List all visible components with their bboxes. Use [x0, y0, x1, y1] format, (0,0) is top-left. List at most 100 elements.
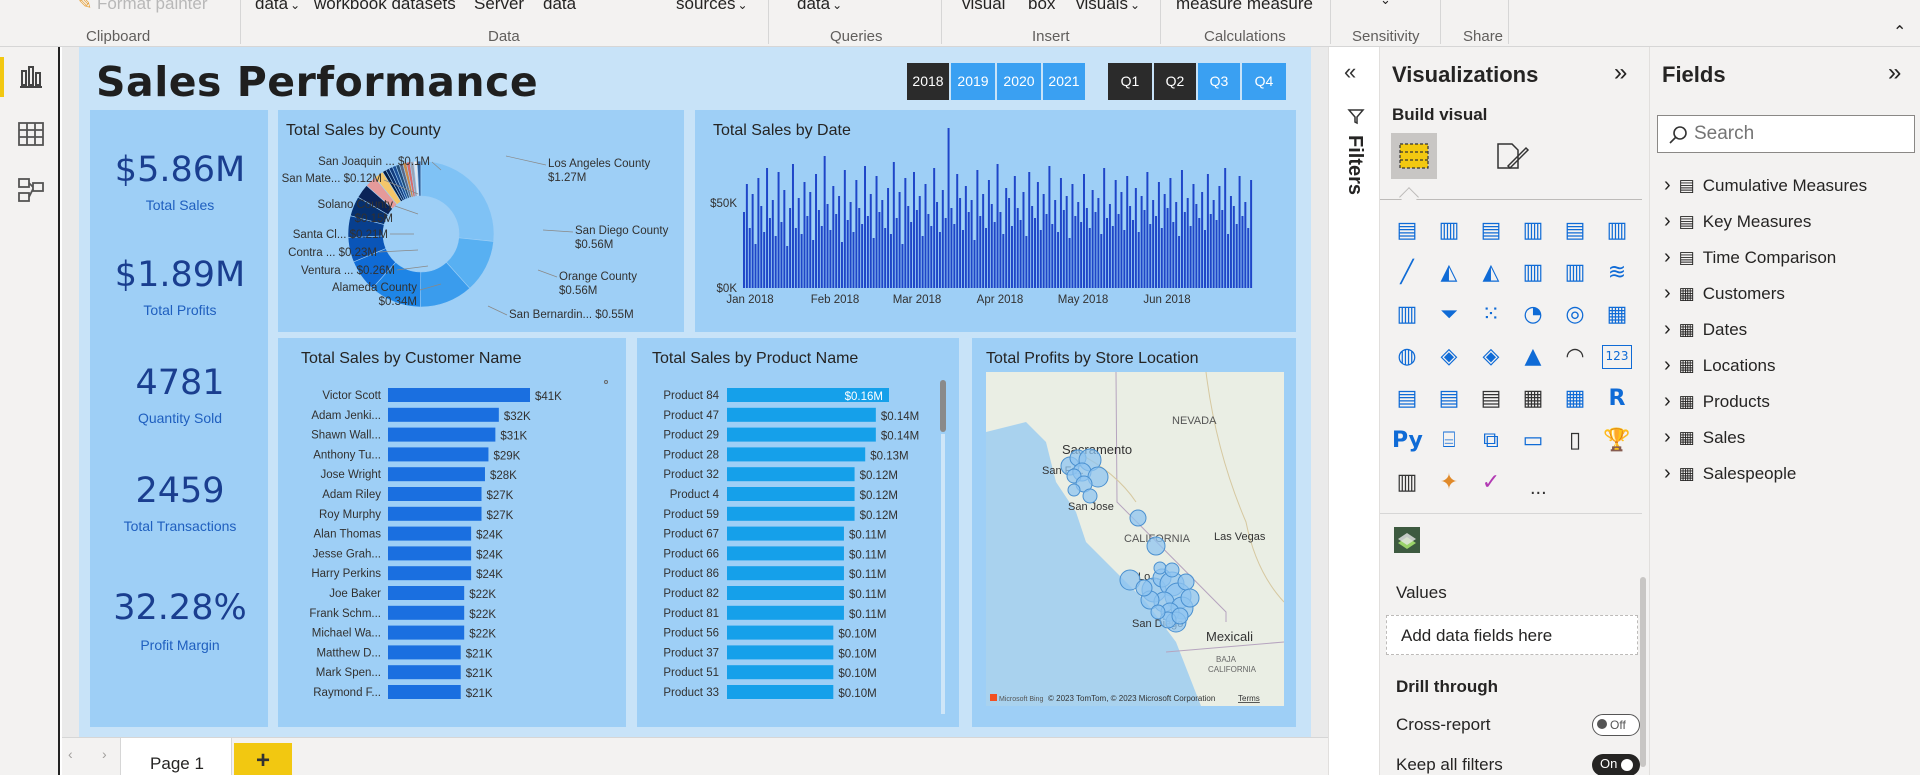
date-bar[interactable]: [1129, 206, 1132, 288]
date-bar[interactable]: [1059, 178, 1062, 288]
date-bar[interactable]: [835, 214, 838, 288]
product-bar[interactable]: [727, 427, 876, 442]
server-button[interactable]: Server: [474, 0, 524, 14]
date-bar[interactable]: [999, 212, 1002, 288]
tab-page-1[interactable]: Page 1: [120, 738, 232, 775]
date-bar[interactable]: [1192, 184, 1195, 288]
shape-map-icon[interactable]: ◈: [1476, 342, 1506, 372]
keep-all-filters-toggle[interactable]: On: [1592, 754, 1640, 775]
store-location-bubble[interactable]: [1180, 588, 1200, 608]
collapse-ribbon-button[interactable]: ⌃: [1893, 22, 1906, 42]
date-bar[interactable]: [1054, 200, 1057, 288]
build-visual-tab[interactable]: [1391, 133, 1437, 179]
key-influencers-icon[interactable]: ⌸: [1434, 426, 1464, 456]
date-bar[interactable]: [838, 196, 841, 288]
date-bar[interactable]: [1123, 230, 1126, 288]
scroll-left-icon[interactable]: ‹: [68, 746, 73, 762]
date-bar-visual[interactable]: Total Sales by Date $50K $0K Jan 2018 Feb 2…: [695, 110, 1296, 332]
store-location-bubble[interactable]: [1146, 536, 1166, 556]
date-bar[interactable]: [996, 164, 999, 288]
date-bar[interactable]: [1241, 216, 1244, 288]
date-bar[interactable]: [1250, 180, 1253, 288]
date-bar[interactable]: [1169, 178, 1172, 288]
date-bar[interactable]: [1062, 210, 1065, 288]
date-bar[interactable]: [1068, 238, 1071, 288]
arcgis-custom-visual-icon[interactable]: [1392, 525, 1422, 555]
date-bar[interactable]: [1238, 176, 1241, 288]
stacked-bar-chart-icon[interactable]: ▤: [1392, 216, 1422, 246]
date-bar[interactable]: [1094, 212, 1097, 288]
date-bar[interactable]: [1042, 194, 1045, 288]
date-bar[interactable]: [1031, 206, 1034, 288]
date-bar[interactable]: [944, 218, 947, 288]
transform-data-button[interactable]: data ⌄: [797, 0, 842, 14]
date-bar[interactable]: [1201, 192, 1204, 288]
date-bar[interactable]: [1002, 234, 1005, 288]
date-bar[interactable]: [1028, 172, 1031, 288]
date-bar[interactable]: [884, 228, 887, 288]
more-visuals-button[interactable]: visuals ⌄: [1076, 0, 1140, 14]
date-bar[interactable]: [1204, 230, 1206, 288]
customer-bar[interactable]: [388, 685, 461, 699]
slicer-year-2021[interactable]: 2021: [1043, 63, 1085, 100]
date-bar[interactable]: [1218, 186, 1221, 288]
text-box-button[interactable]: box: [1028, 0, 1055, 14]
date-bar[interactable]: [760, 206, 763, 288]
100-stacked-column-chart-icon[interactable]: ▥: [1602, 216, 1632, 246]
card-icon[interactable]: 123: [1602, 345, 1632, 369]
donut-slice[interactable]: [420, 160, 495, 242]
date-bar[interactable]: [794, 228, 797, 288]
workbook-button[interactable]: workbook datasets: [314, 0, 456, 14]
product-bar[interactable]: [727, 685, 834, 699]
format-painter-button[interactable]: ✎ Format painter: [78, 0, 208, 14]
add-page-button[interactable]: +: [234, 743, 292, 775]
date-bar[interactable]: [849, 202, 852, 288]
date-bar[interactable]: [1183, 212, 1186, 288]
date-bar[interactable]: [927, 214, 930, 288]
store-location-map-visual[interactable]: Total Profits by Store Location NEVADA S…: [972, 338, 1296, 727]
line-chart-icon[interactable]: ╱: [1392, 258, 1422, 288]
cross-report-toggle[interactable]: Off: [1592, 714, 1640, 736]
product-bar-visual[interactable]: Total Sales by Product Name Product 84 $0…: [637, 338, 959, 727]
matrix-icon[interactable]: ▦: [1560, 384, 1590, 414]
map-icon[interactable]: ◍: [1392, 342, 1422, 372]
field-table-products[interactable]: › ▦ Products: [1664, 390, 1770, 412]
slicer-icon[interactable]: ▤: [1476, 384, 1506, 414]
county-donut-visual[interactable]: Total Sales by County Los Angeles County…: [278, 110, 684, 332]
gauge-icon[interactable]: ◠: [1560, 342, 1590, 372]
slicer-year-2018[interactable]: 2018: [907, 63, 949, 100]
date-bar[interactable]: [1057, 232, 1060, 288]
customer-bar[interactable]: [388, 625, 465, 640]
date-bar[interactable]: [907, 206, 910, 288]
customer-bar[interactable]: [388, 427, 496, 442]
date-bar[interactable]: [1071, 184, 1074, 288]
date-bar[interactable]: [1180, 170, 1183, 288]
date-bar[interactable]: [1065, 196, 1068, 288]
date-bar[interactable]: [846, 220, 849, 288]
slicer-year-2020[interactable]: 2020: [997, 63, 1041, 100]
date-bar[interactable]: [1195, 204, 1198, 288]
date-bar[interactable]: [1048, 166, 1051, 288]
customer-bar[interactable]: [388, 605, 465, 620]
date-bar[interactable]: [953, 224, 956, 288]
100-stacked-bar-chart-icon[interactable]: ▤: [1560, 216, 1590, 246]
product-bar[interactable]: [727, 605, 844, 620]
metrics-icon[interactable]: 🏆: [1602, 426, 1632, 456]
map-terms-link[interactable]: Terms: [1238, 694, 1260, 703]
product-bar[interactable]: [727, 586, 844, 600]
date-bar[interactable]: [864, 166, 866, 288]
customer-bar[interactable]: [388, 586, 465, 600]
line-and-clustered-column-chart-icon[interactable]: ▥: [1560, 258, 1590, 288]
date-bar[interactable]: [898, 192, 901, 288]
date-bar[interactable]: [1016, 208, 1019, 288]
scrollbar-track[interactable]: [941, 434, 945, 714]
field-table-sales[interactable]: › ▦ Sales: [1664, 426, 1745, 448]
date-bar[interactable]: [924, 184, 927, 288]
funnel-chart-icon[interactable]: ⏷: [1434, 300, 1464, 330]
date-bar[interactable]: [786, 246, 789, 288]
sensitivity-dropdown[interactable]: ⌄: [1380, 0, 1391, 8]
clustered-column-chart-icon[interactable]: ▥: [1518, 216, 1548, 246]
field-table-salespeople[interactable]: › ▦ Salespeople: [1664, 462, 1796, 484]
date-bar[interactable]: [950, 208, 953, 288]
date-bar[interactable]: [1140, 196, 1143, 288]
